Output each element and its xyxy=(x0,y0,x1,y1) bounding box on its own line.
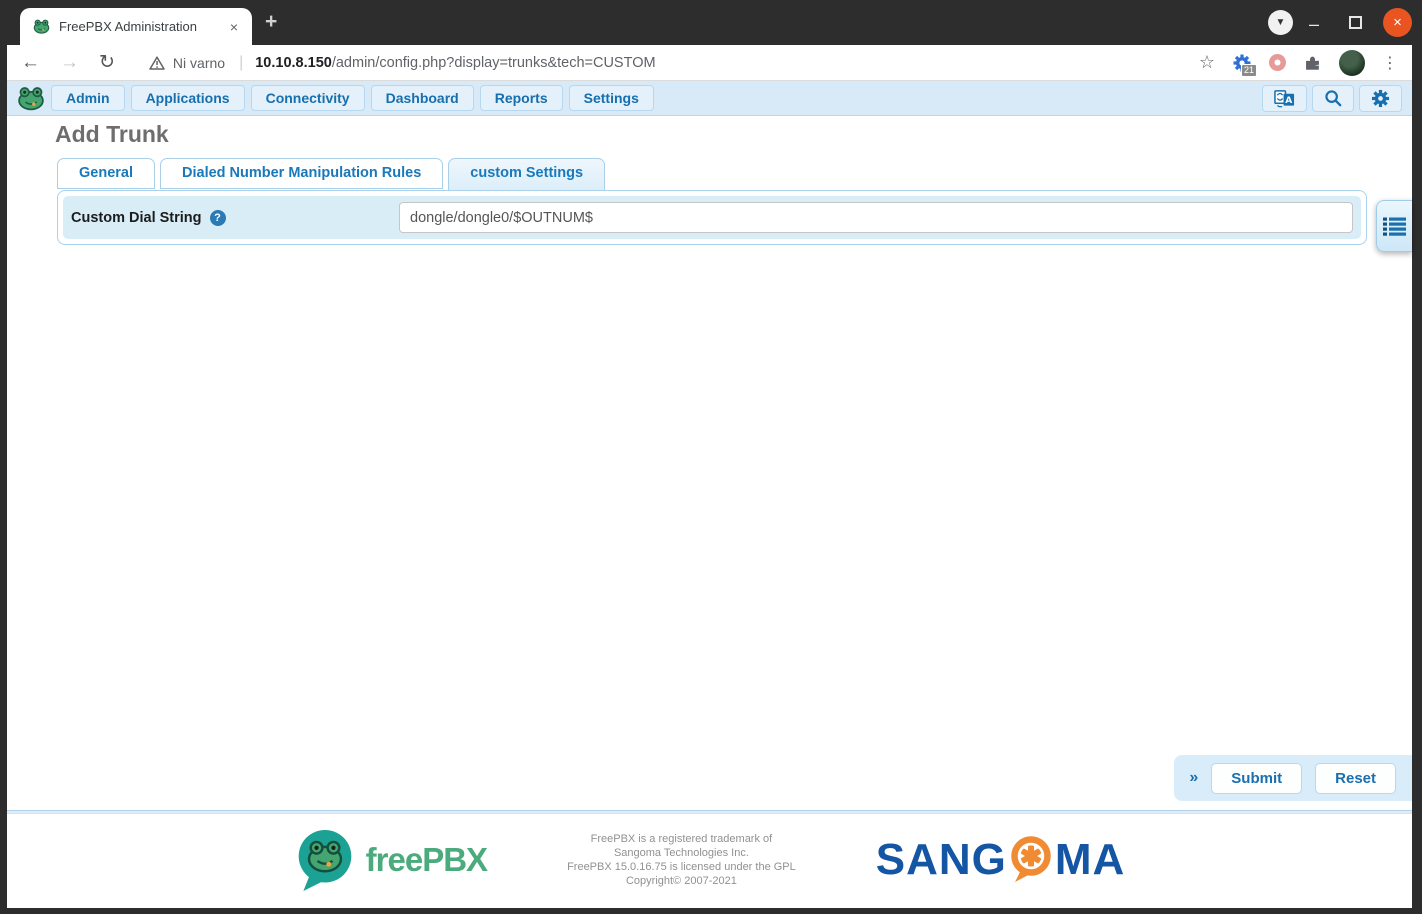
search-icon xyxy=(1325,90,1342,107)
trunk-tabs: General Dialed Number Manipulation Rules… xyxy=(57,158,606,191)
tab-general[interactable]: General xyxy=(57,158,155,189)
forward-icon[interactable]: → xyxy=(60,52,79,74)
form-action-bar: » Submit Reset xyxy=(1174,755,1412,801)
nav-item-reports[interactable]: Reports xyxy=(479,85,563,111)
custom-settings-panel: Custom Dial String ? xyxy=(57,190,1367,245)
profile-avatar[interactable] xyxy=(1339,49,1365,76)
language-translate-button[interactable]: A xyxy=(1262,84,1307,112)
window-close-button[interactable]: × xyxy=(1383,8,1412,37)
sangoma-bubble-o-icon xyxy=(1011,835,1051,882)
sangoma-logo: SANG MA xyxy=(876,835,1126,885)
reset-button[interactable]: Reset xyxy=(1315,762,1396,794)
nav-item-dashboard[interactable]: Dashboard xyxy=(370,85,474,111)
security-indicator[interactable]: Ni varno xyxy=(149,55,225,71)
reload-icon[interactable]: ↻ xyxy=(99,51,115,74)
main-content: Add Trunk General Dialed Number Manipula… xyxy=(7,116,1412,810)
footer-line: Sangoma Technologies Inc. xyxy=(613,846,749,859)
navbar-right-icons: A xyxy=(1262,84,1402,112)
tab-search-chevron-icon[interactable]: ▼ xyxy=(1268,10,1293,35)
nav-item-connectivity[interactable]: Connectivity xyxy=(250,85,365,111)
settings-gear-button[interactable] xyxy=(1359,84,1402,112)
tab-dialed-number-manipulation-rules[interactable]: Dialed Number Manipulation Rules xyxy=(160,158,444,189)
new-tab-button[interactable]: + xyxy=(265,10,277,34)
tab-custom-settings[interactable]: custom Settings xyxy=(448,158,606,191)
freepbx-frog-logo-icon[interactable] xyxy=(17,86,45,111)
submit-button[interactable]: Submit xyxy=(1211,762,1303,794)
url-path: /admin/config.php?display=trunks&tech=CU… xyxy=(331,54,656,71)
footer-line: Copyright© 2007-2021 xyxy=(625,874,737,887)
bookmark-star-icon[interactable]: ☆ xyxy=(1199,52,1215,73)
custom-dial-string-label: Custom Dial String ? xyxy=(71,209,399,226)
footer: freePBX FreePBX is a registered trademar… xyxy=(7,814,1412,905)
sangoma-text-left: SANG xyxy=(875,834,1007,884)
extension-badge: 21 xyxy=(1240,63,1257,77)
custom-dial-string-input[interactable] xyxy=(399,202,1353,233)
footer-copyright-text: FreePBX is a registered trademark of San… xyxy=(567,832,796,888)
browser-toolbar: ← → ↻ Ni varno | 10.10.8.150/admin/confi… xyxy=(7,45,1412,81)
extension-gear-icon[interactable]: 21 xyxy=(1232,53,1257,77)
search-button[interactable] xyxy=(1312,84,1354,112)
footer-line: FreePBX 15.0.16.75 is licensed under the… xyxy=(567,860,796,873)
url-host: 10.10.8.150 xyxy=(255,54,332,71)
browser-titlebar: FreePBX Administration × + ▼ – × xyxy=(0,0,1422,45)
nav-item-applications[interactable]: Applications xyxy=(130,85,245,111)
custom-dial-string-row: Custom Dial String ? xyxy=(63,196,1361,239)
freepbx-footer-logo: freePBX xyxy=(294,828,488,892)
list-icon xyxy=(1383,217,1406,236)
nav-item-settings[interactable]: Settings xyxy=(568,85,654,111)
freepbx-bubble-frog-icon xyxy=(298,829,351,891)
extension-record-icon[interactable] xyxy=(1269,54,1286,71)
browser-tab[interactable]: FreePBX Administration × xyxy=(20,8,252,45)
sidebar-toggle-button[interactable] xyxy=(1376,200,1412,252)
extensions-puzzle-icon[interactable] xyxy=(1303,53,1322,72)
toolbar-right-icons: ☆ 21 ⋮ xyxy=(1199,49,1398,77)
gear-icon xyxy=(1371,89,1390,107)
freepbx-wordmark: freePBX xyxy=(365,840,488,878)
svg-text:A: A xyxy=(1285,95,1292,105)
security-label: Ni varno xyxy=(172,54,226,71)
browser-page-frame: ← → ↻ Ni varno | 10.10.8.150/admin/confi… xyxy=(7,45,1412,908)
window-minimize-button[interactable]: – xyxy=(1309,14,1319,35)
back-icon[interactable]: ← xyxy=(21,52,40,74)
warning-triangle-icon xyxy=(149,55,165,70)
freepbx-navbar: Admin Applications Connectivity Dashboar… xyxy=(7,81,1412,116)
nav-item-admin[interactable]: Admin xyxy=(51,85,125,111)
sangoma-text-right: MA xyxy=(1054,834,1126,884)
page-title: Add Trunk xyxy=(55,121,169,147)
browser-menu-icon[interactable]: ⋮ xyxy=(1382,53,1398,73)
url-text[interactable]: 10.10.8.150/admin/config.php?display=tru… xyxy=(255,55,655,71)
tab-title: FreePBX Administration xyxy=(59,19,198,34)
footer-line: FreePBX is a registered trademark of xyxy=(590,832,773,845)
omnibox-separator: | xyxy=(239,53,244,71)
freepbx-favicon-frog-icon xyxy=(33,19,50,34)
translate-icon: A xyxy=(1274,89,1295,107)
window-maximize-button[interactable] xyxy=(1349,16,1362,29)
custom-dial-string-label-text: Custom Dial String xyxy=(71,209,202,226)
expand-actions-chevron[interactable]: » xyxy=(1189,769,1198,787)
tab-close-icon[interactable]: × xyxy=(226,18,242,36)
help-icon[interactable]: ? xyxy=(209,209,226,226)
